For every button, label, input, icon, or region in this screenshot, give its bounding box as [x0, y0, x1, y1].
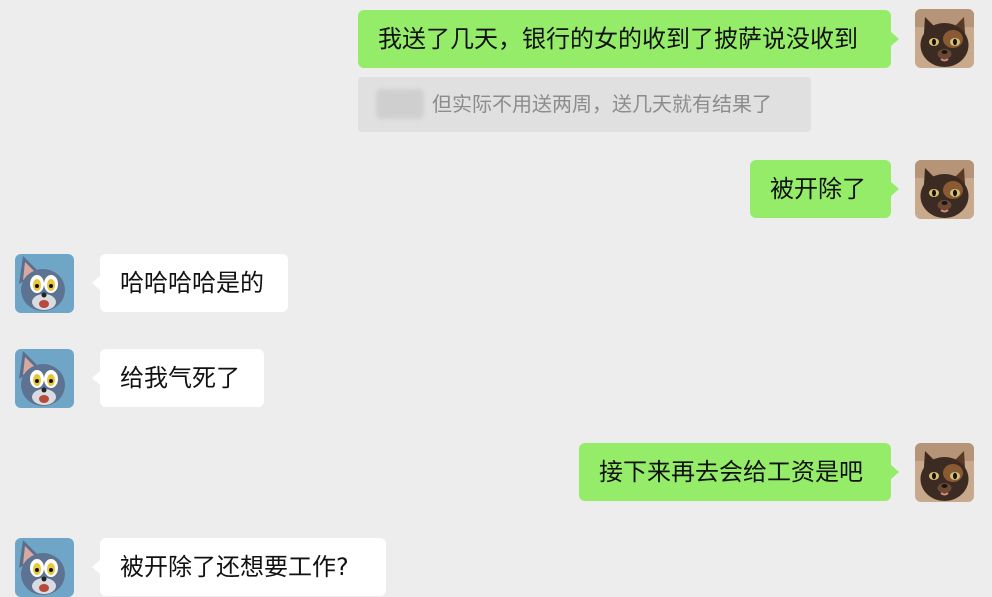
quoted-message[interactable]: 但实际不用送两周，送几天就有结果了 — [358, 77, 811, 132]
tom-cat-avatar-icon[interactable] — [15, 538, 74, 597]
bubble-tail — [92, 371, 100, 385]
bubble-tail — [891, 32, 899, 46]
message-bubble-sent[interactable]: 我送了几天，银行的女的收到了披萨说没收到 — [358, 10, 899, 68]
message-text: 接下来再去会给工资是吧 — [599, 458, 863, 486]
message-text: 被开除了 — [770, 175, 866, 203]
bubble-tail — [891, 182, 899, 196]
message-bubble-sent[interactable]: 被开除了 — [750, 160, 899, 218]
tom-cat-avatar-icon[interactable] — [15, 254, 74, 313]
message-bubble-received[interactable]: 被开除了还想要工作? — [92, 538, 386, 596]
message-text: 哈哈哈哈是的 — [120, 269, 264, 297]
message-bubble-sent[interactable]: 接下来再去会给工资是吧 — [579, 443, 899, 501]
message-text: 给我气死了 — [120, 364, 240, 392]
message-text: 我送了几天，银行的女的收到了披萨说没收到 — [378, 25, 858, 53]
tortoiseshell-cat-avatar-icon[interactable] — [915, 443, 974, 502]
tortoiseshell-cat-avatar-icon[interactable] — [915, 9, 974, 68]
bubble-tail — [891, 465, 899, 479]
blurred-sender-name — [376, 89, 424, 119]
bubble-tail — [92, 560, 100, 574]
tom-cat-avatar-icon[interactable] — [15, 349, 74, 408]
quoted-message-text: 但实际不用送两周，送几天就有结果了 — [432, 92, 772, 116]
message-text: 被开除了还想要工作? — [120, 553, 349, 581]
message-bubble-received[interactable]: 给我气死了 — [92, 349, 264, 407]
bubble-tail — [92, 276, 100, 290]
message-bubble-received[interactable]: 哈哈哈哈是的 — [92, 254, 288, 312]
tortoiseshell-cat-avatar-icon[interactable] — [915, 160, 974, 219]
